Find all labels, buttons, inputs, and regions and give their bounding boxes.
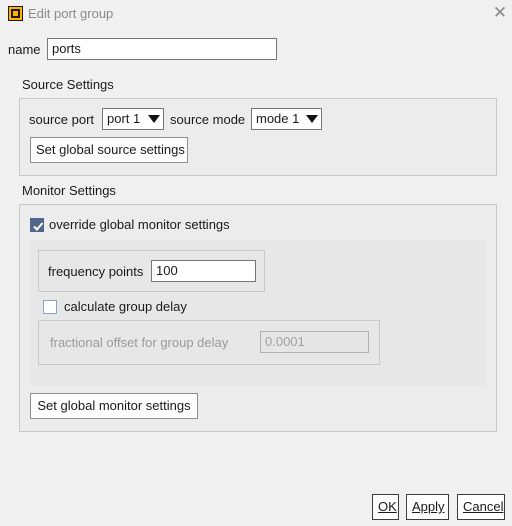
source-port-value: port 1 xyxy=(107,111,141,126)
checkmark-icon xyxy=(33,222,44,231)
calculate-group-delay-checkbox[interactable] xyxy=(43,300,57,314)
source-port-label: source port xyxy=(29,112,95,127)
title-bar: Edit port group ✕ xyxy=(0,0,512,28)
source-mode-select[interactable]: mode 1 xyxy=(251,108,322,130)
source-port-select[interactable]: port 1 xyxy=(102,108,164,130)
apply-button[interactable]: Apply xyxy=(406,494,449,520)
set-global-source-settings-button[interactable]: Set global source settings xyxy=(30,137,188,163)
window-title: Edit port group xyxy=(28,6,114,21)
group-delay-offset-box: fractional offset for group delay 0.0001 xyxy=(38,320,380,365)
chevron-down-icon xyxy=(148,115,160,123)
ok-button[interactable]: OK xyxy=(372,494,399,520)
monitor-settings-group: override global monitor settings frequen… xyxy=(19,204,497,432)
group-delay-offset-label: fractional offset for group delay xyxy=(50,335,229,350)
set-global-monitor-settings-button[interactable]: Set global monitor settings xyxy=(30,393,198,419)
monitor-settings-title: Monitor Settings xyxy=(22,183,116,198)
frequency-points-box: frequency points 100 xyxy=(38,250,265,292)
override-monitor-label: override global monitor settings xyxy=(49,217,230,232)
monitor-options-panel: frequency points 100 calculate group del… xyxy=(30,241,486,386)
name-label: name xyxy=(8,42,41,57)
close-icon[interactable]: ✕ xyxy=(492,4,508,22)
source-settings-group: source port port 1 source mode mode 1 Se… xyxy=(19,98,497,176)
calculate-group-delay-label: calculate group delay xyxy=(64,299,187,314)
chevron-down-icon xyxy=(306,115,318,123)
override-monitor-checkbox[interactable] xyxy=(30,218,44,232)
app-icon xyxy=(8,6,23,21)
name-input[interactable]: ports xyxy=(47,38,277,60)
source-mode-label: source mode xyxy=(170,112,246,127)
frequency-points-input[interactable]: 100 xyxy=(151,260,256,282)
source-mode-value: mode 1 xyxy=(256,111,300,126)
cancel-button[interactable]: Cancel xyxy=(457,494,505,520)
source-settings-title: Source Settings xyxy=(22,77,114,92)
group-delay-offset-input: 0.0001 xyxy=(260,331,369,353)
frequency-points-label: frequency points xyxy=(48,264,144,279)
